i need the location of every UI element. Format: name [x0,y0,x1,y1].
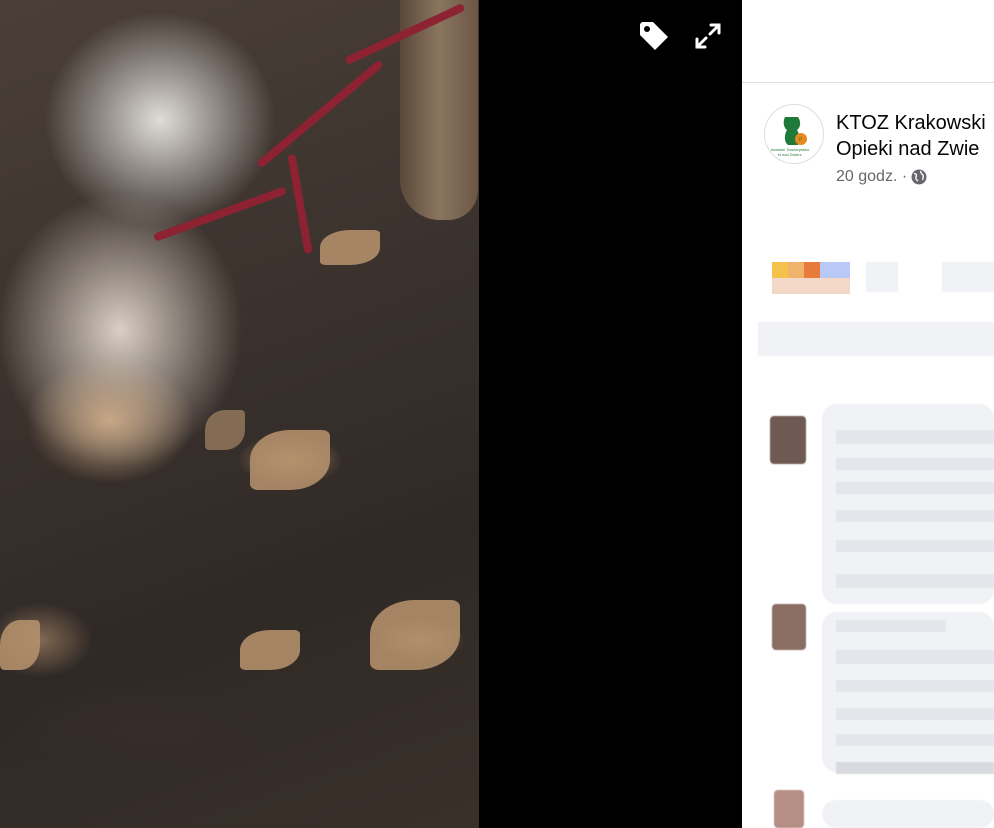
reaction-icon [820,262,850,278]
blurred-text [836,482,994,494]
commenter-avatar [774,790,804,828]
tag-icon[interactable] [636,18,672,54]
leaf [320,230,380,265]
post-photo[interactable] [0,0,479,828]
blurred-text [836,540,994,552]
page-avatar[interactable]: P kowskie Towarzystwo ki nad Zwierz [764,104,824,164]
blurred-text [836,734,994,746]
blurred-text [836,574,994,588]
reaction-icon [772,262,788,278]
commenter-avatar [770,416,806,464]
photo-viewer [0,0,742,828]
blurred-text [866,262,898,292]
comment-bubble [822,800,994,828]
panel-top-bar [742,0,994,83]
blurred-text [942,262,994,292]
globe-icon[interactable] [911,169,927,185]
blurred-text [836,708,994,720]
blurred-text [836,620,946,632]
leash-rope [152,186,288,242]
blurred-text [836,458,994,470]
page-name-line2: Opieki nad Zwie [836,138,980,160]
leaf [250,430,330,490]
post-timestamp[interactable]: 20 godz. · [836,168,907,186]
page-name-link[interactable]: KTOZ Krakowski Opieki nad Zwie [836,110,994,162]
post-meta: 20 godz. · [836,168,927,186]
reaction-icon [804,262,820,278]
comment-bubble [822,612,994,772]
reaction-icon [772,278,850,294]
ktoz-logo-icon: P kowskie Towarzystwo ki nad Zwierz [766,106,822,162]
expand-icon[interactable] [692,20,724,52]
leash-rope [287,154,313,254]
svg-text:ki nad Zwierz: ki nad Zwierz [778,152,802,157]
post-side-panel: P kowskie Towarzystwo ki nad Zwierz KTOZ… [742,0,994,828]
leaf [370,600,460,670]
blurred-text [836,510,994,522]
commenter-avatar [772,604,806,650]
blurred-action-bar [758,322,994,356]
leaf [240,630,300,670]
blurred-text [836,680,994,692]
leash-rope [256,59,384,169]
reaction-icon [788,262,804,278]
blurred-text [836,650,994,664]
leaf [205,410,245,450]
leaf [0,620,40,670]
blurred-text [836,430,994,444]
page-name-line1: KTOZ Krakowski [836,112,986,134]
blurred-text [836,762,994,774]
post-header: P kowskie Towarzystwo ki nad Zwierz KTOZ… [764,104,994,194]
